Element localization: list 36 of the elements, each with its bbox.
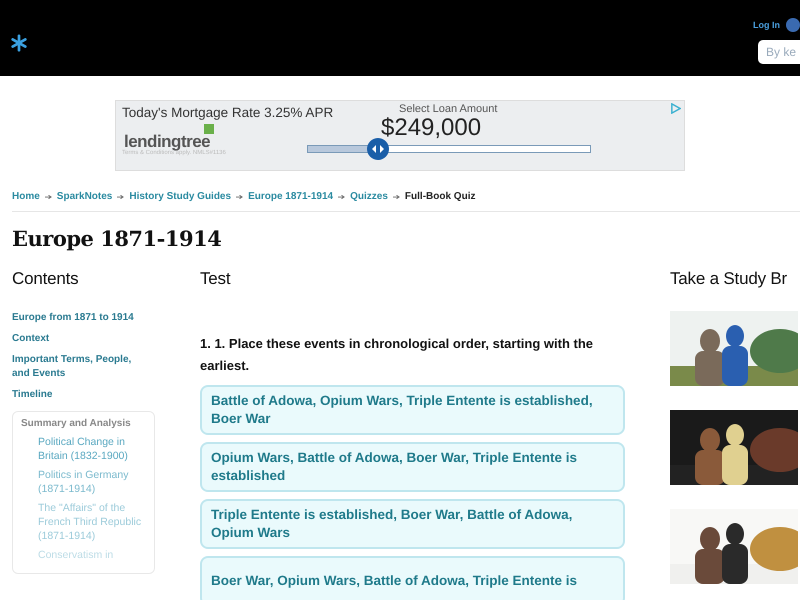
leaf-square-icon: [204, 124, 214, 134]
arrow-icon: [236, 194, 244, 200]
arrow-icon: [338, 194, 346, 200]
study-break-heading: Take a Study Br: [670, 269, 788, 289]
login-link[interactable]: Log In: [753, 20, 780, 30]
breadcrumb-link[interactable]: Full-Book Quiz: [404, 191, 476, 202]
loan-amount: $249,000: [381, 115, 482, 141]
slider-thumb[interactable]: [367, 138, 389, 160]
contents-link[interactable]: Europe from 1871 to 1914: [12, 311, 155, 325]
asterisk-logo-icon[interactable]: [10, 34, 28, 52]
question-text: 1. 1. Place these events in chronological order, starting with the earliest.: [200, 335, 594, 375]
arrow-icon: [44, 194, 52, 200]
test-heading: Test: [200, 269, 232, 289]
ad-headline: Today's Mortgage Rate 3.25% APR: [122, 105, 334, 120]
breadcrumb-link[interactable]: Quizzes: [350, 191, 388, 202]
loan-slider[interactable]: [307, 138, 591, 160]
contents-link[interactable]: Important Terms, People, and Events: [12, 353, 155, 381]
answer-option[interactable]: Boer War, Opium Wars, Battle of Adowa, Triple Entente is: [200, 556, 625, 600]
section-heading: Summary and Analysis: [21, 418, 132, 429]
breadcrumb-link[interactable]: Home: [12, 191, 40, 202]
contents-link[interactable]: Context: [12, 332, 155, 346]
breadcrumb-link[interactable]: History Study Guides: [129, 191, 232, 202]
avatar-icon[interactable]: [786, 18, 800, 32]
page-title: Europe 1871-1914: [12, 226, 222, 251]
contents-heading: Contents: [12, 269, 80, 289]
answer-option[interactable]: Battle of Adowa, Opium Wars, Triple Entente is established, Boer War: [200, 385, 625, 435]
arrow-icon: [392, 194, 400, 200]
section-link[interactable]: Political Change in Britain (1832-1900): [21, 435, 146, 463]
breadcrumb-link[interactable]: Europe 1871-1914: [248, 191, 334, 202]
breadcrumb-link[interactable]: SparkNotes: [56, 191, 112, 202]
answer-option[interactable]: Opium Wars, Battle of Adowa, Boer War, Triple Entente is established: [200, 442, 625, 492]
search-field[interactable]: By ke: [758, 40, 800, 64]
contents-link[interactable]: Timeline: [12, 388, 155, 402]
answer-option[interactable]: Triple Entente is established, Boer War, Battle of Adowa, Opium Wars: [200, 499, 625, 549]
arrow-icon: [117, 194, 124, 200]
slider-label: Select Loan Amount: [399, 103, 498, 115]
